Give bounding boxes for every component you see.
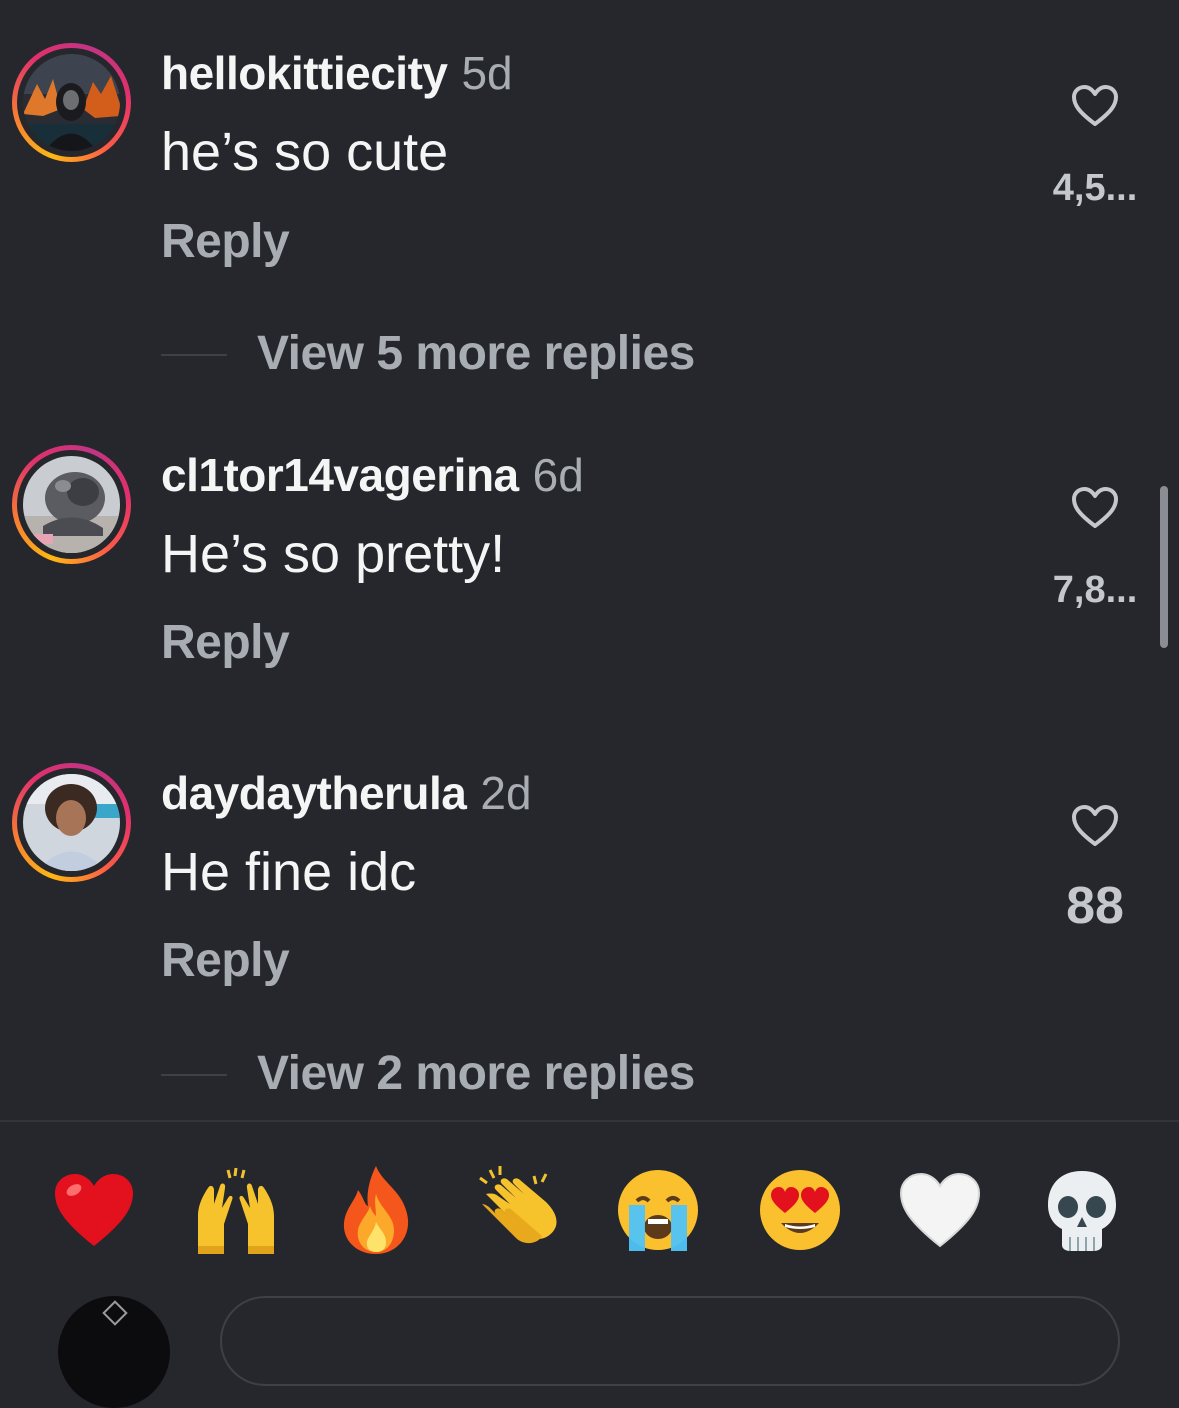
timestamp: 6d	[532, 449, 584, 501]
timestamp: 5d	[461, 47, 513, 99]
heart-outline-icon[interactable]	[1071, 486, 1119, 530]
like-count: 88	[1066, 877, 1124, 935]
view-more-replies-label[interactable]: View 2 more replies	[257, 1044, 695, 1104]
reply-button[interactable]: Reply	[161, 932, 290, 990]
comment-text: He’s so pretty!	[161, 524, 506, 584]
red-heart-emoji[interactable]	[46, 1162, 142, 1258]
username[interactable]: cl1tor14vagerina	[161, 449, 519, 501]
avatar-story-ring[interactable]	[12, 445, 131, 564]
comment-input[interactable]	[220, 1296, 1120, 1386]
heart-outline-icon[interactable]	[1071, 804, 1119, 848]
thread-line	[161, 354, 227, 356]
like-count: 4,5...	[1052, 167, 1138, 209]
avatar-story-ring[interactable]	[12, 763, 131, 882]
thread-line	[161, 1074, 227, 1076]
username[interactable]: daydaytherula	[161, 767, 467, 819]
white-heart-emoji[interactable]	[892, 1162, 988, 1258]
avatar	[23, 456, 120, 553]
avatar	[23, 774, 120, 871]
loudly-crying-face-emoji[interactable]	[610, 1162, 706, 1258]
like-count: 7,8...	[1052, 569, 1138, 611]
avatar-logo-icon	[102, 1300, 128, 1326]
username[interactable]: hellokittiecity	[161, 47, 448, 99]
fire-emoji[interactable]	[328, 1162, 424, 1258]
raising-hands-emoji[interactable]	[188, 1162, 284, 1258]
reply-button[interactable]: Reply	[161, 614, 290, 672]
timestamp: 2d	[480, 767, 532, 819]
clapping-hands-emoji[interactable]	[470, 1162, 566, 1258]
skull-emoji[interactable]	[1034, 1162, 1130, 1258]
heart-eyes-emoji[interactable]	[752, 1162, 848, 1258]
reply-button[interactable]: Reply	[161, 213, 290, 271]
comment-meta: hellokittiecity 5d	[161, 45, 513, 101]
comment-text: he’s so cute	[161, 122, 449, 182]
view-more-replies-label[interactable]: View 5 more replies	[257, 324, 695, 384]
scrollbar[interactable]	[1160, 486, 1168, 648]
avatar-story-ring[interactable]	[12, 43, 131, 162]
comment-meta: daydaytherula 2d	[161, 765, 532, 821]
avatar	[23, 54, 120, 151]
current-user-avatar[interactable]	[58, 1296, 170, 1408]
heart-outline-icon[interactable]	[1071, 84, 1119, 128]
comment-meta: cl1tor14vagerina 6d	[161, 447, 584, 503]
emoji-reaction-bar	[0, 1122, 1179, 1316]
comment-text: He fine idc	[161, 842, 417, 902]
